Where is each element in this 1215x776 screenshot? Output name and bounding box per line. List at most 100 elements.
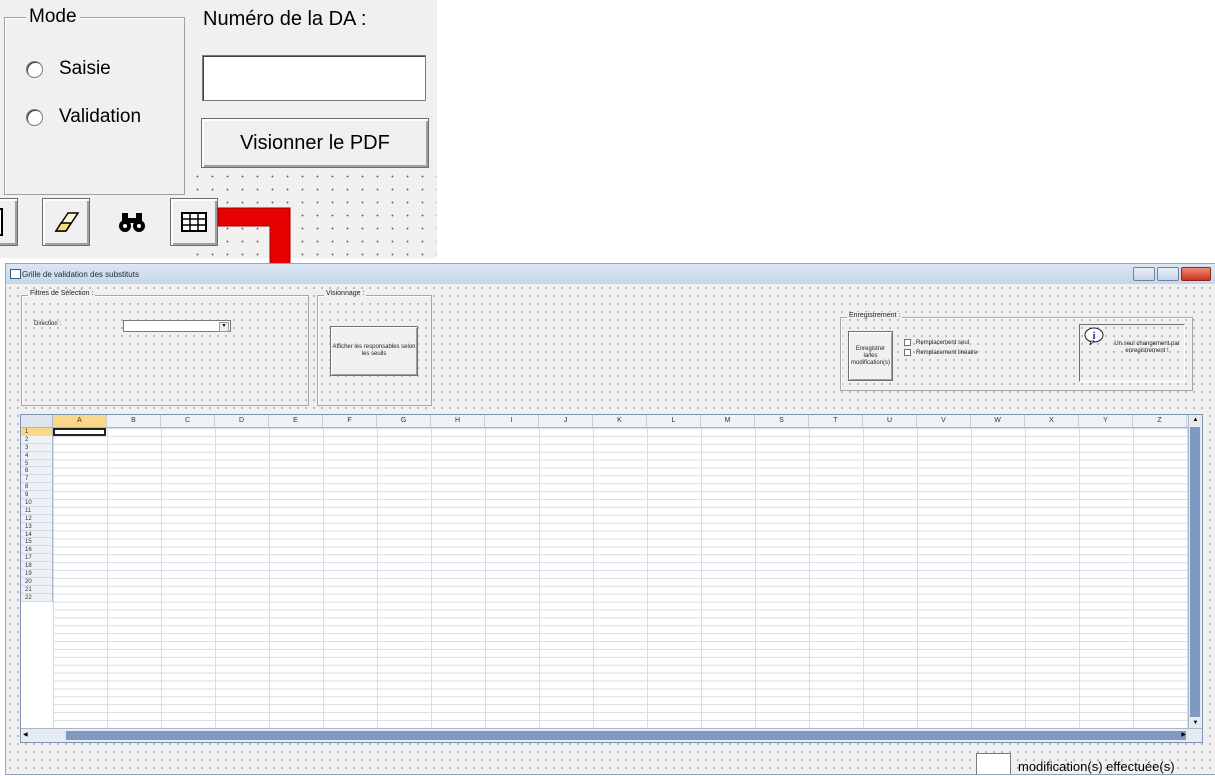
row-header[interactable]: 10 — [21, 499, 52, 507]
checkbox-remplacement-lineaire[interactable]: Remplacement linéaire — [904, 349, 977, 356]
radio-validation[interactable]: Validation — [26, 106, 141, 128]
row-header[interactable]: 17 — [21, 554, 52, 563]
column-header[interactable]: S — [755, 415, 809, 427]
document-button[interactable] — [0, 198, 18, 246]
modification-count-label: modification(s) effectuée(s) — [1018, 759, 1175, 774]
column-header[interactable]: E — [269, 415, 323, 427]
radio-circle-icon — [26, 60, 43, 78]
column-header[interactable]: W — [971, 415, 1025, 427]
column-header[interactable]: H — [431, 415, 485, 427]
column-header[interactable]: J — [539, 415, 593, 427]
column-header[interactable]: T — [809, 415, 863, 427]
scroll-down-icon[interactable]: ▼ — [1189, 718, 1202, 728]
row-header[interactable]: 20 — [21, 578, 52, 586]
da-number-label: Numéro de la DA : — [203, 8, 367, 30]
column-header-row: ABCDEFGHIJKLMSTUVWXYZ — [21, 415, 1188, 428]
cell-grid[interactable] — [53, 428, 1188, 728]
enregistrement-groupbox: Enregistrement : Enregistrer la/les modi… — [840, 312, 1193, 391]
window-title: Grille de validation des substituts — [22, 270, 139, 279]
info-panel: i Un seul changement par enregistrement … — [1079, 324, 1185, 382]
binoculars-icon — [119, 213, 145, 232]
column-header[interactable]: D — [215, 415, 269, 427]
search-button[interactable] — [108, 198, 156, 246]
row-header[interactable]: 16 — [21, 546, 52, 555]
mode-group-title: Mode — [26, 6, 80, 28]
grid-icon — [181, 212, 207, 232]
row-header[interactable]: 12 — [21, 515, 52, 523]
horizontal-scrollbar[interactable]: ◀ ▶ — [21, 728, 1202, 742]
checkbox-remplacement-lineaire-label: Remplacement linéaire — [916, 349, 978, 356]
enregistrement-title: Enregistrement : — [847, 312, 903, 319]
filters-groupbox: Filtres de Sélection : Direction : ▾ — [21, 290, 309, 406]
row-header[interactable]: 22 — [21, 594, 52, 602]
maximize-button[interactable] — [1157, 267, 1179, 281]
minimize-button[interactable] — [1133, 267, 1155, 281]
save-modifications-button[interactable]: Enregistrer la/les modification(s) — [848, 331, 893, 381]
eraser-icon — [54, 212, 80, 232]
row-header[interactable]: 7 — [21, 475, 52, 484]
vertical-scrollbar[interactable]: ▲ ▼ — [1188, 415, 1202, 728]
info-text: Un seul changement par enregistrement ! — [1114, 341, 1180, 354]
column-header[interactable]: V — [917, 415, 971, 427]
modification-count-field[interactable] — [976, 753, 1011, 774]
window-titlebar: Grille de validation des substituts — [6, 264, 1215, 284]
view-pdf-button[interactable]: Visionner le PDF — [201, 118, 429, 168]
radio-validation-label: Validation — [59, 106, 142, 127]
scroll-up-icon[interactable]: ▲ — [1189, 415, 1202, 425]
spreadsheet-grid[interactable]: ABCDEFGHIJKLMSTUVWXYZ 1 2 3 4 5 6 7 8 9 10 11 12 13 1… — [20, 414, 1203, 743]
horizontal-scroll-thumb[interactable] — [66, 731, 1186, 740]
active-cell[interactable] — [53, 428, 106, 436]
scroll-left-icon[interactable]: ◀ — [23, 729, 28, 742]
close-button[interactable] — [1181, 267, 1211, 281]
show-responsables-button[interactable]: Afficher les responsables selon les seui… — [330, 326, 418, 376]
row-header[interactable]: 2 — [21, 436, 52, 444]
column-header[interactable]: B — [107, 415, 161, 427]
row-header[interactable]: 9 — [21, 491, 52, 500]
column-header[interactable]: A — [53, 415, 107, 427]
window-app-icon — [10, 269, 21, 279]
column-header[interactable]: F — [323, 415, 377, 427]
svg-text:i: i — [1092, 330, 1095, 342]
row-header[interactable]: 4 — [21, 452, 52, 460]
checkbox-icon — [904, 339, 911, 346]
row-header[interactable]: 15 — [21, 538, 52, 547]
row-header[interactable]: 18 — [21, 562, 52, 571]
column-header[interactable]: M — [701, 415, 755, 427]
row-header[interactable]: 3 — [21, 444, 52, 452]
column-header[interactable]: Y — [1079, 415, 1133, 427]
row-header-column: 1 2 3 4 5 6 7 8 9 10 11 12 13 14 15 16 17 18 19 20 21 22 — [21, 428, 53, 602]
row-header[interactable]: 14 — [21, 531, 52, 539]
vertical-scroll-thumb[interactable] — [1190, 427, 1200, 717]
row-header[interactable]: 1 — [21, 428, 52, 436]
chevron-down-icon[interactable]: ▾ — [219, 322, 229, 332]
column-header[interactable]: Z — [1133, 415, 1187, 427]
column-header[interactable]: X — [1025, 415, 1079, 427]
row-header[interactable]: 8 — [21, 483, 52, 492]
eraser-button[interactable] — [42, 198, 90, 246]
validation-window: Grille de validation des substituts Filt… — [5, 263, 1215, 775]
row-header[interactable]: 21 — [21, 586, 52, 594]
radio-saisie[interactable]: Saisie — [26, 58, 111, 80]
select-all-corner[interactable] — [21, 415, 53, 427]
info-icon: i — [1084, 327, 1104, 345]
document-icon — [0, 208, 3, 236]
checkbox-remplacement-seul[interactable]: Remplacement seul — [904, 339, 969, 346]
row-header[interactable]: 6 — [21, 467, 52, 476]
row-header[interactable]: 11 — [21, 507, 52, 515]
row-header[interactable]: 13 — [21, 523, 52, 531]
column-header[interactable]: I — [485, 415, 539, 427]
da-number-input[interactable] — [202, 55, 426, 101]
column-header[interactable]: C — [161, 415, 215, 427]
row-header[interactable]: 5 — [21, 460, 52, 468]
row-header[interactable]: 19 — [21, 570, 52, 578]
scroll-right-icon[interactable]: ▶ — [1181, 729, 1186, 742]
filters-title: Filtres de Sélection : — [28, 290, 96, 297]
direction-select[interactable]: ▾ — [123, 320, 231, 332]
radio-circle-icon — [26, 108, 43, 126]
window-client-area: Filtres de Sélection : Direction : ▾ Vis… — [6, 284, 1215, 774]
column-header[interactable]: G — [377, 415, 431, 427]
column-header[interactable]: K — [593, 415, 647, 427]
direction-label: Direction : — [34, 321, 62, 327]
column-header[interactable]: L — [647, 415, 701, 427]
column-header[interactable]: U — [863, 415, 917, 427]
